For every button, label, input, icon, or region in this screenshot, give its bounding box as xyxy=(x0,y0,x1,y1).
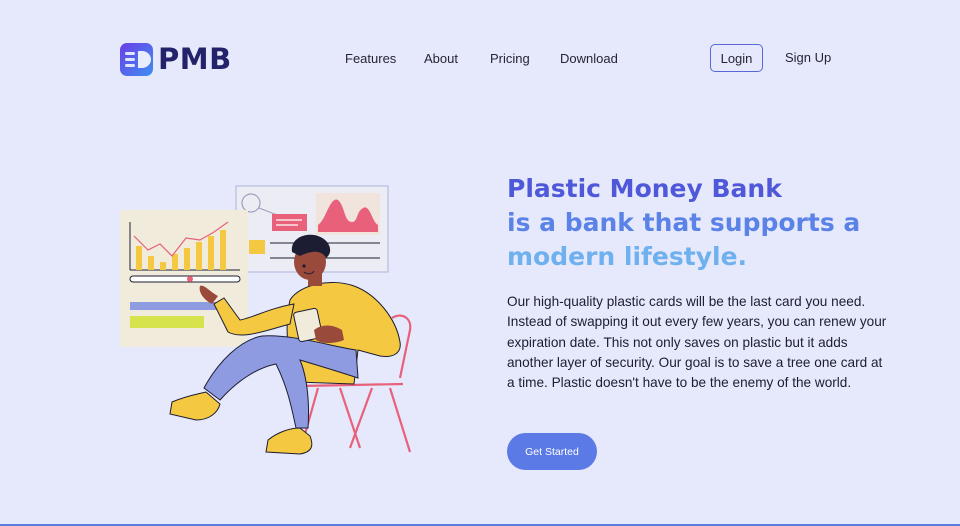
brand-name: PMB xyxy=(158,42,232,76)
login-button[interactable]: Login xyxy=(710,44,763,72)
signup-link[interactable]: Sign Up xyxy=(785,50,831,65)
card-logo-icon xyxy=(120,42,153,76)
hero-illustration xyxy=(120,185,412,455)
nav-about-link[interactable]: About xyxy=(424,51,458,66)
brand-logo[interactable]: PMB xyxy=(120,42,232,76)
hero-description: Our high-quality plastic cards will be t… xyxy=(507,294,887,391)
nav-features-link[interactable]: Features xyxy=(345,51,396,66)
nav-download-link[interactable]: Download xyxy=(560,51,618,66)
hero-title-line-3: modern lifestyle. xyxy=(507,242,748,271)
get-started-button[interactable]: Get Started xyxy=(507,433,597,470)
nav-pricing-link[interactable]: Pricing xyxy=(490,51,530,66)
hero-title: Plastic Money Bank is a bank that suppor… xyxy=(507,172,860,274)
hero-title-line-2: is a bank that supports a xyxy=(507,208,861,237)
hero-title-line-1: Plastic Money Bank xyxy=(507,174,782,203)
